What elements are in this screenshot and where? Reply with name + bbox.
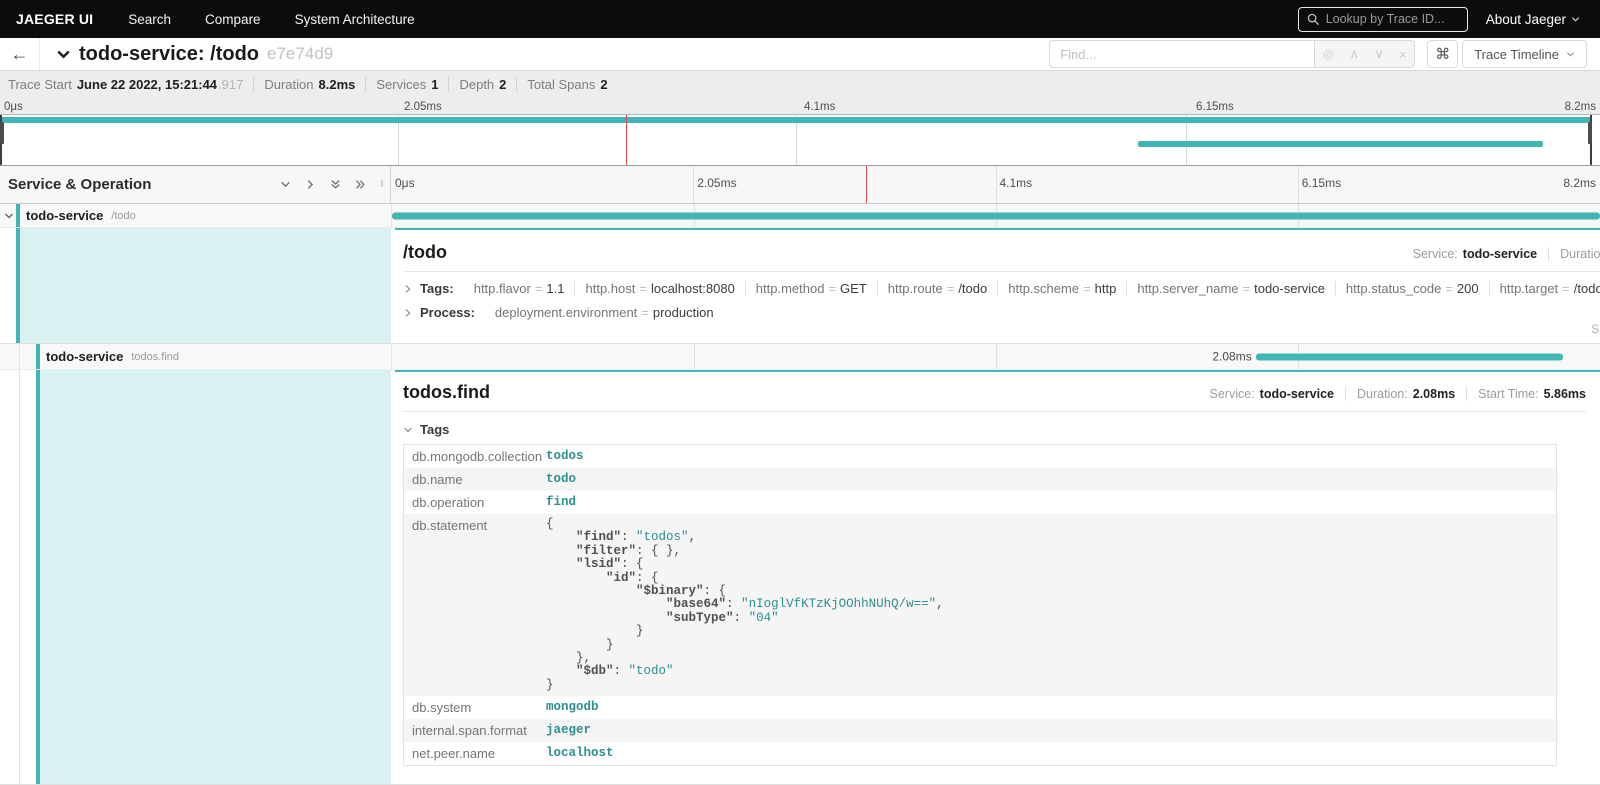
tag-pill: deployment.environment=production (485, 305, 724, 320)
span-operation-name: todos.find (131, 351, 179, 363)
db-statement-json: { "find": "todos", "filter": { }, "lsid"… (546, 518, 944, 692)
span-color-accent (36, 344, 40, 369)
chevron-down-icon (1571, 15, 1580, 24)
chevron-right-icon (403, 308, 413, 318)
table-row-db-statement: db.statement{ "find": "todos", "filter":… (404, 514, 1556, 696)
service-operation-header: Service & Operation (8, 176, 151, 193)
minimap-span-bar-todos-find (1138, 141, 1542, 147)
tag-pills: http.flavor=1.1 http.host=localhost:8080… (464, 281, 1600, 296)
span-detail-meta: Service:todo-service Duration:8.2ms Star… (1402, 247, 1600, 261)
tag-pill: http.host=localhost:8080 (574, 281, 744, 296)
tags-key-value-table: db.mongodb.collectiontodos db.nametodo d… (403, 444, 1557, 766)
span-detail-meta: Service:todo-service Duration:2.08ms Sta… (1199, 387, 1586, 401)
span-detail-title: /todo (403, 242, 447, 263)
keyboard-shortcuts-button[interactable]: ⌘ (1427, 40, 1458, 68)
timeline-header: Service & Operation ‖ 0μs 2.05ms 4.1ms 6… (0, 166, 1600, 204)
trace-title: todo-service: /todo (79, 43, 259, 66)
chevron-down-icon (1566, 50, 1575, 59)
table-row: internal.span.formatjaeger (404, 719, 1556, 742)
timeline-gridline (1298, 166, 1299, 203)
column-resizer[interactable]: ‖ (380, 179, 384, 190)
span-rows: todo-service /todo /todo Service:todo-se… (0, 204, 1600, 785)
about-jaeger-menu[interactable]: About Jaeger (1486, 12, 1580, 27)
chevron-down-icon (403, 425, 413, 435)
timeline-cursor-line (866, 166, 867, 203)
search-icon (1307, 13, 1320, 26)
table-row: db.systemmongodb (404, 696, 1556, 719)
expand-one-level-icon[interactable] (305, 179, 316, 190)
collapse-trace-chevron-down-icon[interactable] (56, 47, 71, 62)
table-row: net.peer.namelocalhost (404, 742, 1556, 765)
span-detail-todos-find: todos.find Service:todo-service Duration… (0, 370, 1600, 785)
span-service-name: todo-service (46, 349, 123, 364)
minimap-tick-labels: 0μs 2.05ms 4.1ms 6.15ms 8.2ms (0, 97, 1600, 114)
span-row-todos-find[interactable]: todo-service todos.find 2.08ms (0, 344, 1600, 370)
collapse-all-icon[interactable] (330, 179, 341, 190)
span-row-todo[interactable]: todo-service /todo (0, 204, 1600, 228)
nav-item-compare[interactable]: Compare (188, 12, 278, 27)
minimap-cursor-line (626, 115, 627, 165)
lookup-placeholder: Lookup by Trace ID... (1326, 12, 1445, 26)
clear-find-icon[interactable]: × (1399, 47, 1407, 62)
summary-services: Services 1 (365, 77, 448, 92)
trace-id: e7e74d9 (267, 44, 333, 64)
trace-summary: Trace Start June 22 2022, 15:21:44.917 D… (0, 71, 1600, 97)
trace-minimap[interactable] (0, 114, 1600, 166)
summary-trace-start: Trace Start June 22 2022, 15:21:44.917 (8, 77, 253, 92)
chevron-right-icon (403, 284, 413, 294)
tag-pill: http.method=GET (745, 281, 877, 296)
jaeger-logo[interactable]: JAEGER UI (0, 11, 111, 27)
span-operation-name: /todo (111, 210, 135, 222)
span-detail-title: todos.find (403, 382, 490, 403)
span-duration-label: 2.08ms (1212, 350, 1251, 364)
table-row: db.mongodb.collectiontodos (404, 445, 1556, 468)
expand-all-icon[interactable] (355, 179, 366, 190)
process-accordion[interactable]: Process: deployment.environment=producti… (403, 305, 1600, 320)
tags-accordion[interactable]: Tags: http.flavor=1.1 http.host=localhos… (403, 281, 1600, 296)
table-row: db.operationfind (404, 491, 1556, 514)
tag-pill: http.flavor=1.1 (464, 281, 575, 296)
trace-view-selector[interactable]: Trace Timeline (1462, 40, 1587, 68)
scrubber-handle-right[interactable] (1590, 115, 1592, 165)
timeline-gridline (693, 166, 694, 203)
top-nav: JAEGER UI Search Compare System Architec… (0, 0, 1600, 38)
summary-total-spans: Total Spans 2 (516, 77, 617, 92)
nav-item-search[interactable]: Search (111, 12, 188, 27)
nav-item-system-architecture[interactable]: System Architecture (278, 12, 432, 27)
timeline-gridline (996, 166, 997, 203)
trace-summary-strip: Trace Start June 22 2022, 15:21:44.917 D… (0, 71, 1600, 114)
process-pills: deployment.environment=production (485, 305, 724, 320)
span-duration-bar-todo[interactable] (392, 212, 1600, 219)
span-detail-todo: /todo Service:todo-service Duration:8.2m… (0, 228, 1600, 344)
span-service-name: todo-service (26, 208, 103, 223)
next-match-icon[interactable]: ∨ (1374, 46, 1384, 62)
back-button[interactable]: ← (0, 38, 40, 70)
tag-pill: http.server_name=todo-service (1126, 281, 1335, 296)
tag-pill: http.route=/todo (877, 281, 997, 296)
span-color-accent (16, 204, 20, 227)
focus-match-icon[interactable]: ◎ (1323, 46, 1334, 62)
summary-duration: Duration 8.2ms (253, 77, 365, 92)
prev-match-icon[interactable]: ∧ (1349, 46, 1359, 62)
summary-depth: Depth 2 (448, 77, 516, 92)
find-input[interactable] (1049, 40, 1315, 68)
trace-title-bar: ← todo-service: /todo e7e74d9 ◎ ∧ ∨ × ⌘ … (0, 38, 1600, 71)
trace-id-lookup-input[interactable]: Lookup by Trace ID... (1298, 7, 1468, 32)
span-id: SpanID: db046b8efc5b7452 (1591, 322, 1600, 336)
tags-section-header[interactable]: Tags (403, 422, 1586, 437)
table-row: db.nametodo (404, 468, 1556, 491)
find-controls: ◎ ∧ ∨ × (1315, 40, 1415, 68)
minimap-span-bar-todo (0, 117, 1592, 123)
tag-pill: http.status_code=200 (1335, 281, 1489, 296)
collapse-children-chevron-down-icon[interactable] (4, 211, 14, 221)
tag-pill: http.target=/todo (1489, 281, 1600, 296)
tag-pill: http.scheme=http (997, 281, 1126, 296)
scrubber-handle-left[interactable] (0, 115, 2, 165)
collapse-one-level-icon[interactable] (280, 179, 291, 190)
span-duration-bar-todos-find[interactable]: 2.08ms (1256, 353, 1563, 360)
